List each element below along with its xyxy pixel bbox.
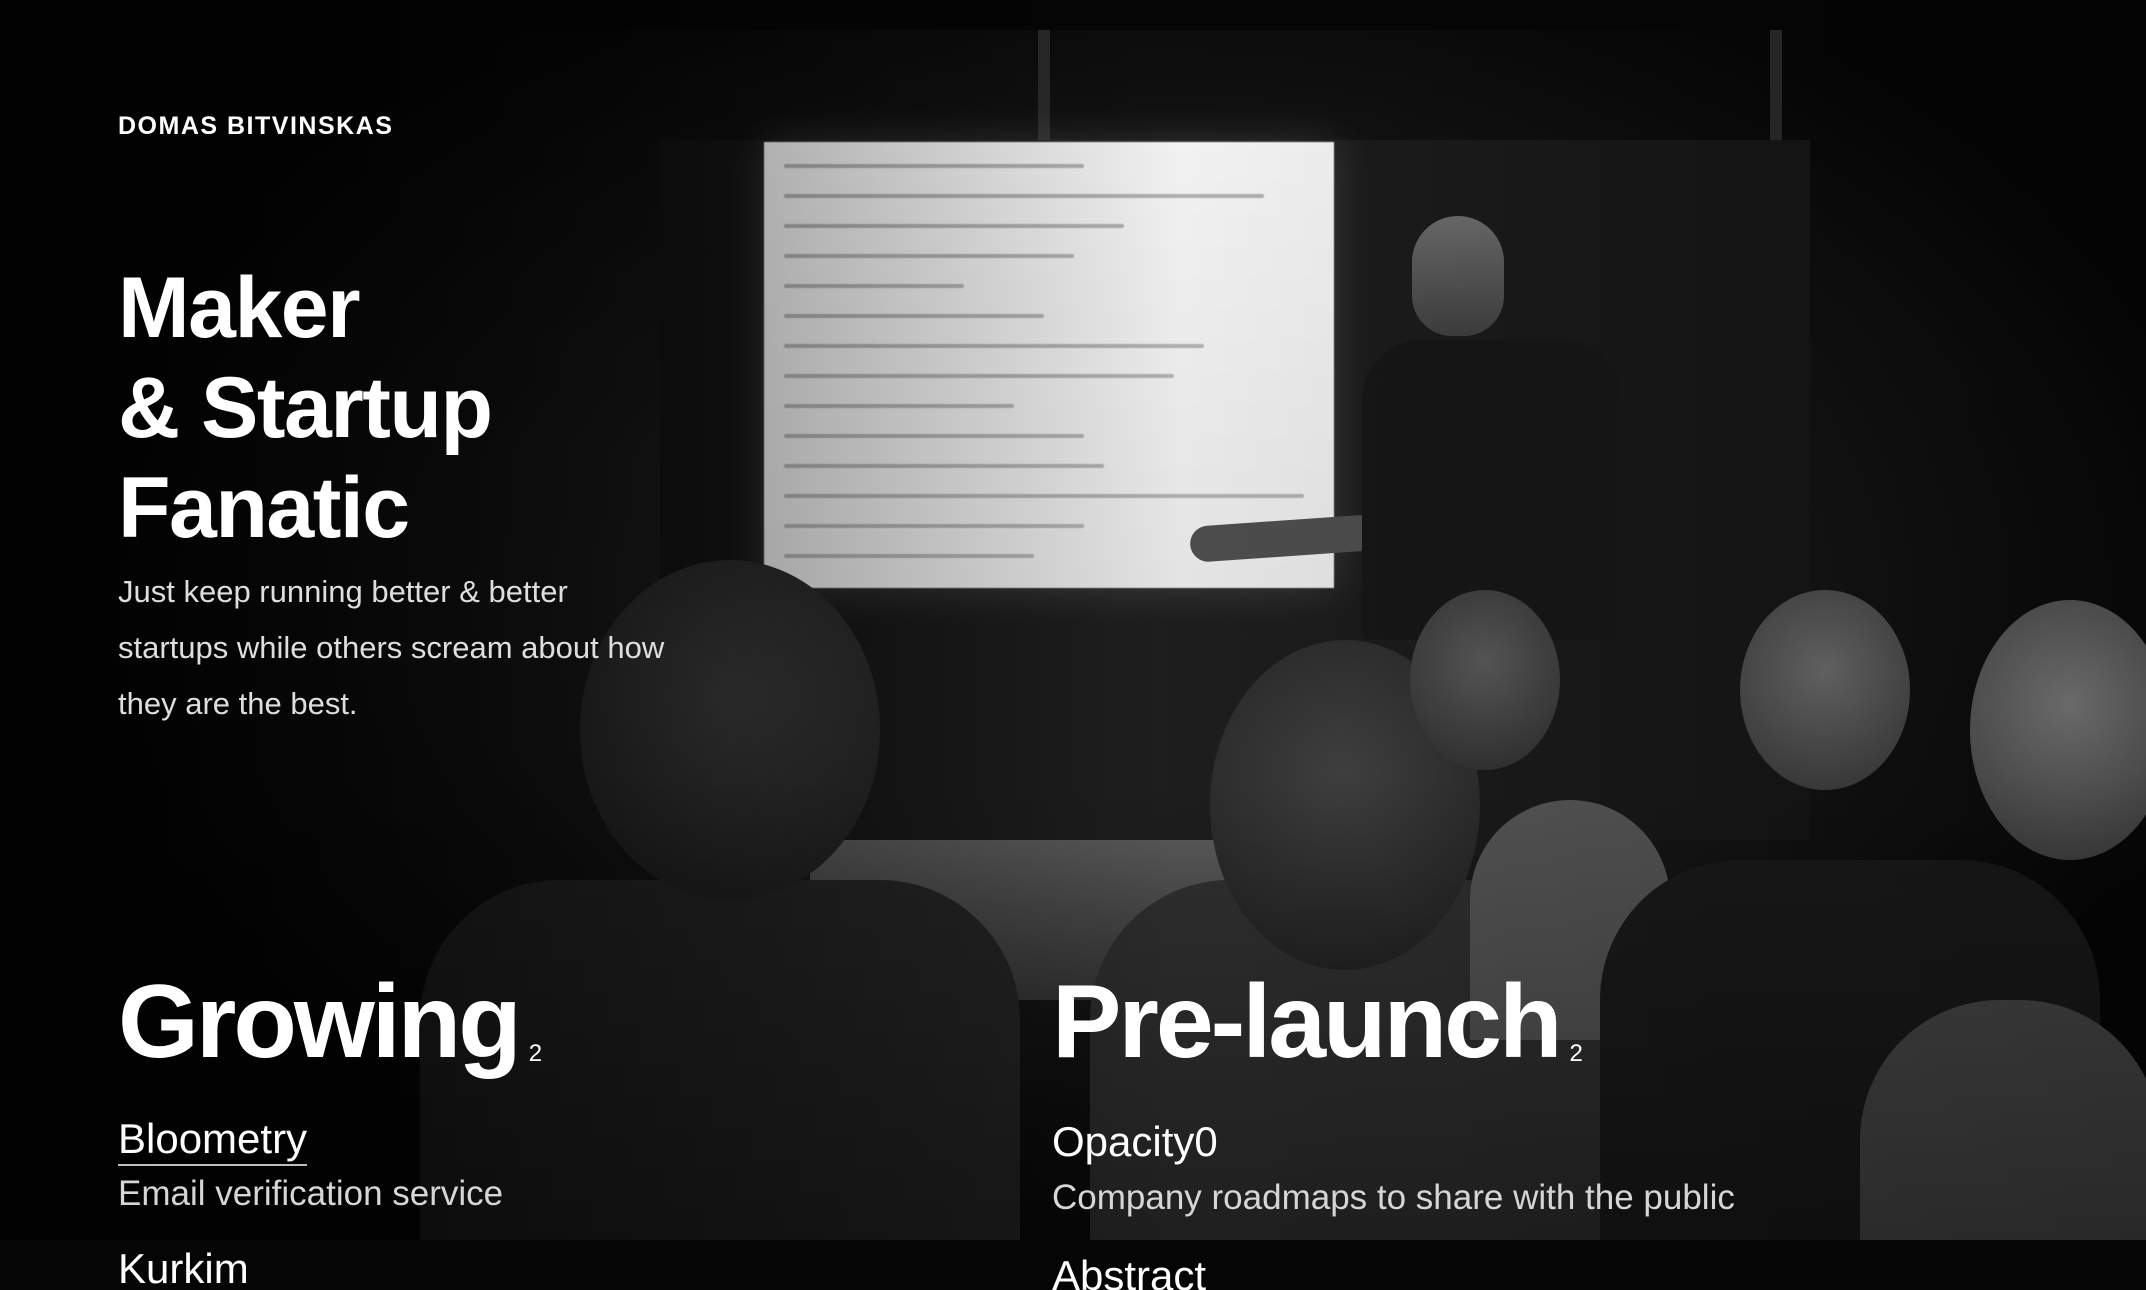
- project-item: Opacity0 Company roadmaps to share with …: [1052, 1114, 2032, 1226]
- project-item: Kurkim: [118, 1244, 978, 1290]
- section-title: Pre-launch 2: [1052, 962, 2032, 1114]
- project-name-abstract: Abstract: [1052, 1252, 1207, 1290]
- section-title: Growing 2: [118, 962, 978, 1114]
- project-item: Bloometry Email verification service: [118, 1114, 978, 1222]
- section-count: 2: [1569, 1040, 1583, 1067]
- section-count: 2: [528, 1040, 543, 1067]
- section-growing: Growing 2 Bloometry Email verification se…: [118, 962, 978, 1290]
- project-description: Email verification service: [118, 1174, 504, 1213]
- project-link-bloometry[interactable]: Bloometry: [118, 1114, 308, 1166]
- section-prelaunch: Pre-launch 2 Opacity0 Company roadmaps to…: [1052, 962, 2032, 1290]
- section-title-text: Pre-launch: [1052, 964, 1562, 1080]
- site-brand-link[interactable]: DOMAS BITVINSKAS: [118, 112, 393, 141]
- hero: Maker & Startup Fanatic Just keep runnin…: [118, 258, 738, 732]
- project-item: Abstract: [1052, 1248, 2032, 1290]
- project-link-kurkim[interactable]: Kurkim: [118, 1244, 249, 1290]
- project-description: Company roadmaps to share with the publi…: [1052, 1178, 1735, 1217]
- hero-title-line: Maker: [118, 260, 361, 356]
- hero-title-line: & Startup: [118, 360, 493, 456]
- hero-subtitle: Just keep running better & better startu…: [118, 574, 665, 721]
- hero-title: Maker & Startup Fanatic: [118, 258, 738, 558]
- hero-title-line: Fanatic: [118, 460, 410, 556]
- project-name-opacity0: Opacity0: [1052, 1118, 1218, 1165]
- section-title-text: Growing: [118, 964, 522, 1080]
